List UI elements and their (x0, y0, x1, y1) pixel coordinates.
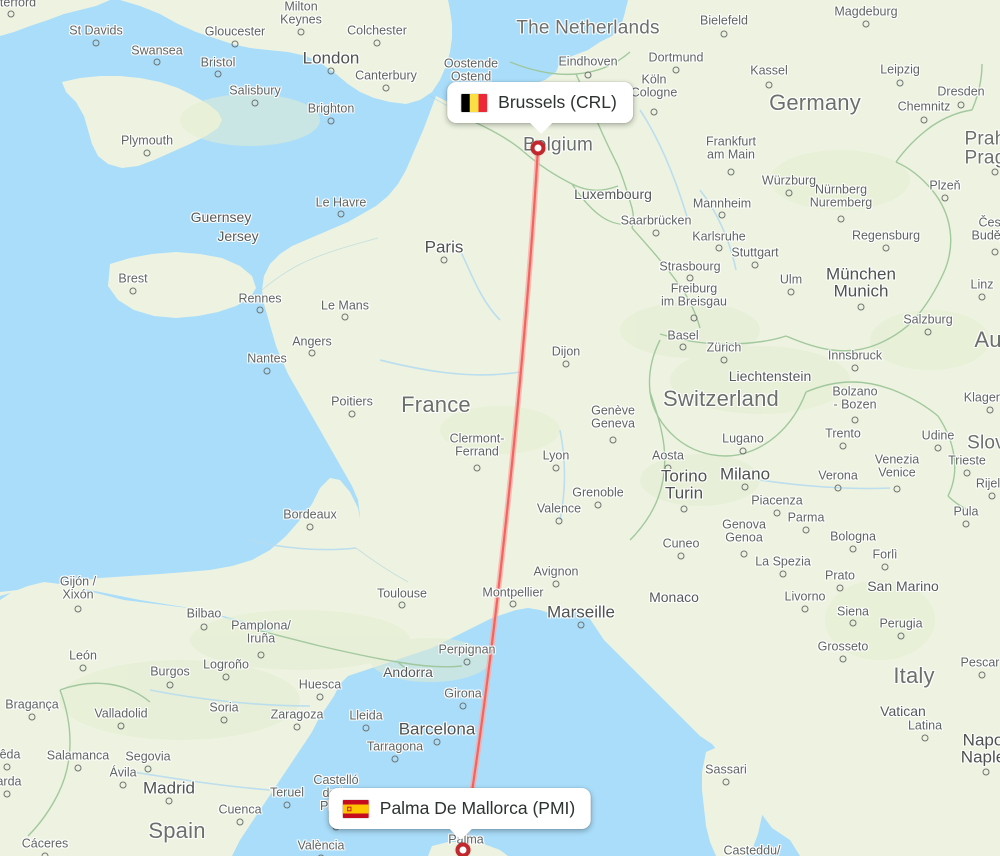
origin-callout-brussels[interactable]: Brussels (CRL) (447, 82, 633, 134)
origin-callout-label: Brussels (CRL) (498, 92, 617, 112)
destination-callout-palma[interactable]: Palma De Mallorca (PMI) (328, 788, 592, 840)
flag-spain-icon (342, 799, 369, 818)
basemap-graphic (0, 0, 1000, 856)
landmass-sardinia (702, 746, 764, 856)
flight-route-map[interactable]: The Netherlands Germany Belgium Luxembourg F… (0, 0, 1000, 856)
destination-marker-palma[interactable] (455, 842, 471, 856)
origin-marker-brussels[interactable] (530, 140, 546, 156)
destination-callout-label: Palma De Mallorca (PMI) (379, 798, 576, 818)
flag-belgium-icon (461, 93, 488, 112)
